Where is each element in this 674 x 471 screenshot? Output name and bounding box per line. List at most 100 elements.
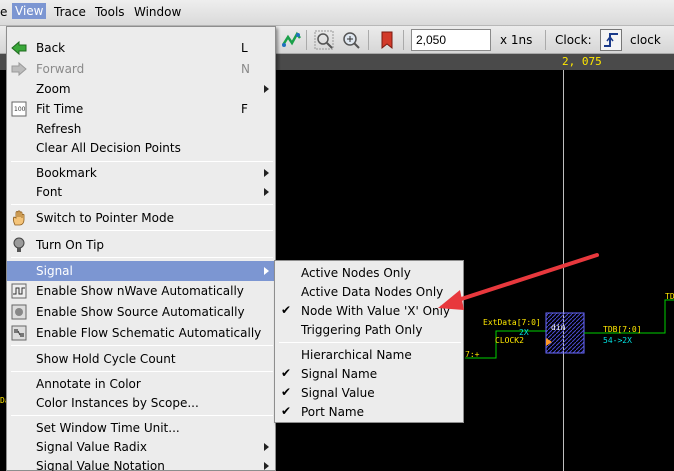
menu-item-label: Switch to Pointer Mode — [36, 211, 174, 225]
menu-item-fit-time[interactable]: 100 Fit Time F — [7, 99, 275, 119]
submenu-item-triggering-path[interactable]: Triggering Path Only — [275, 320, 463, 340]
menu-item-font[interactable]: Font — [7, 182, 275, 202]
menu-item-zoom[interactable]: Zoom — [7, 79, 275, 99]
menu-separator — [11, 371, 273, 372]
clock-label: Clock: — [555, 33, 592, 47]
submenu-item-port-name[interactable]: ✔ Port Name — [275, 402, 463, 422]
menu-item-label: Zoom — [36, 82, 71, 96]
signal-value-left: 7:+ — [465, 350, 480, 359]
submenu-item-signal-name[interactable]: ✔ Signal Name — [275, 364, 463, 384]
menu-item-label: Active Data Nodes Only — [301, 285, 444, 299]
svg-text:100: 100 — [14, 106, 26, 113]
menu-item-forward[interactable]: Forward N — [7, 59, 275, 79]
menu-item-value-notation[interactable]: Signal Value Notation — [7, 456, 275, 471]
flow-schematic-icon — [11, 325, 27, 341]
menu-item-show-nwave[interactable]: Enable Show nWave Automatically — [7, 281, 275, 301]
checkmark-icon: ✔ — [281, 303, 292, 317]
fit-100-icon: 100 — [11, 101, 27, 117]
submenu-arrow-icon — [264, 267, 269, 275]
menu-item-label: Triggering Path Only — [301, 323, 423, 337]
menu-item-label: Bookmark — [36, 166, 97, 180]
zoom-in-icon[interactable] — [340, 29, 362, 51]
clock-edge-icon[interactable] — [600, 29, 622, 51]
back-arrow-icon — [11, 40, 27, 56]
checkmark-icon: ✔ — [281, 404, 292, 418]
menu-separator — [279, 342, 461, 343]
menu-bar: e View Trace Tools Window — [0, 0, 674, 26]
toolbar-separator — [403, 30, 404, 50]
lightbulb-icon — [11, 237, 27, 253]
menu-item-label: Forward — [36, 62, 85, 76]
menu-item-show-source[interactable]: Enable Show Source Automatically — [7, 302, 275, 322]
submenu-item-hierarchical-name[interactable]: Hierarchical Name — [275, 345, 463, 365]
bookmark-icon[interactable] — [376, 29, 398, 51]
menu-item-label: Signal Name — [301, 367, 378, 381]
menu-item-label: Show Hold Cycle Count — [36, 352, 176, 366]
menu-item-label: Turn On Tip — [36, 238, 105, 252]
shortcut-label: F — [241, 102, 248, 116]
view-menu: Back L Forward N Zoom 100 Fit Time F Ref… — [6, 26, 276, 471]
menu-trace[interactable]: Trace — [54, 5, 86, 19]
zoom-fit-icon[interactable] — [313, 29, 335, 51]
menu-item-label: Enable Flow Schematic Automatically — [36, 326, 262, 340]
submenu-arrow-icon — [264, 462, 269, 470]
menu-item-label: Hierarchical Name — [301, 348, 412, 362]
source-icon — [11, 304, 27, 320]
menu-separator — [11, 161, 273, 162]
menu-item-pointer-mode[interactable]: Switch to Pointer Mode — [7, 208, 275, 228]
cursor-time-label: 2, 075 — [562, 55, 602, 68]
menu-item-bookmark[interactable]: Bookmark — [7, 163, 275, 183]
toolbar-separator — [368, 30, 369, 50]
time-unit-label: x 1ns — [500, 33, 533, 47]
menu-item-label: Active Nodes Only — [301, 266, 411, 280]
menu-separator — [11, 257, 273, 258]
toolbar-separator — [545, 30, 546, 50]
menu-item-turn-on-tip[interactable]: Turn On Tip — [7, 235, 275, 255]
menu-item-clear-decision-points[interactable]: Clear All Decision Points — [7, 138, 275, 158]
block-din-label: din — [551, 323, 566, 332]
menu-item-label: Signal Value — [301, 386, 375, 400]
menu-item-color-instances[interactable]: Color Instances by Scope... — [7, 393, 275, 413]
menu-item-label: Color Instances by Scope... — [36, 396, 199, 410]
menu-item-label: Clear All Decision Points — [36, 141, 181, 155]
menu-item-window-time-unit[interactable]: Set Window Time Unit... — [7, 418, 275, 438]
clock-value: clock — [630, 33, 661, 47]
menu-item-refresh[interactable]: Refresh — [7, 119, 275, 139]
menu-item-value-radix[interactable]: Signal Value Radix — [7, 437, 275, 457]
menu-item-hold-cycle-count[interactable]: Show Hold Cycle Count — [7, 349, 275, 369]
menu-item-label: Enable Show Source Automatically — [36, 305, 245, 319]
signal-value-tdb: 54->2X — [603, 336, 632, 345]
submenu-item-signal-value[interactable]: ✔ Signal Value — [275, 383, 463, 403]
menu-item-label: Signal Value Notation — [36, 459, 165, 471]
menu-item-flow-schematic[interactable]: Enable Flow Schematic Automatically — [7, 323, 275, 343]
menu-separator — [11, 230, 273, 231]
menu-tools[interactable]: Tools — [95, 5, 125, 19]
toolbar-separator — [306, 30, 307, 50]
menu-item-annotate-color[interactable]: Annotate in Color — [7, 374, 275, 394]
time-input[interactable] — [411, 29, 491, 51]
menu-item-label: Signal Value Radix — [36, 440, 147, 454]
shortcut-label: L — [241, 41, 248, 55]
signal-label-tdb: TDB[7:0] — [603, 325, 642, 334]
waveform-icon[interactable] — [280, 29, 302, 51]
menu-item-label: Annotate in Color — [36, 377, 141, 391]
menu-separator — [11, 204, 273, 205]
menu-item-label: Port Name — [301, 405, 365, 419]
hand-pointer-icon — [11, 210, 27, 226]
checkmark-icon: ✔ — [281, 385, 292, 399]
signal-label-extdata: ExtData[7:0] — [483, 318, 541, 327]
menu-edit[interactable]: e — [0, 5, 7, 19]
menu-window[interactable]: Window — [134, 5, 181, 19]
menu-item-label: Set Window Time Unit... — [36, 421, 180, 435]
menu-view[interactable]: View — [12, 3, 47, 19]
menu-item-back[interactable]: Back L — [7, 38, 275, 58]
menu-item-label: Back — [36, 41, 66, 55]
menu-item-label: Font — [36, 185, 63, 199]
checkmark-icon: ✔ — [281, 366, 292, 380]
shortcut-label: N — [241, 62, 250, 76]
menu-separator — [11, 345, 273, 346]
menu-item-label: Fit Time — [36, 102, 84, 116]
menu-item-signal[interactable]: Signal — [7, 261, 275, 281]
menu-item-label: Enable Show nWave Automatically — [36, 284, 244, 298]
signal-label-td: TD — [665, 292, 674, 301]
